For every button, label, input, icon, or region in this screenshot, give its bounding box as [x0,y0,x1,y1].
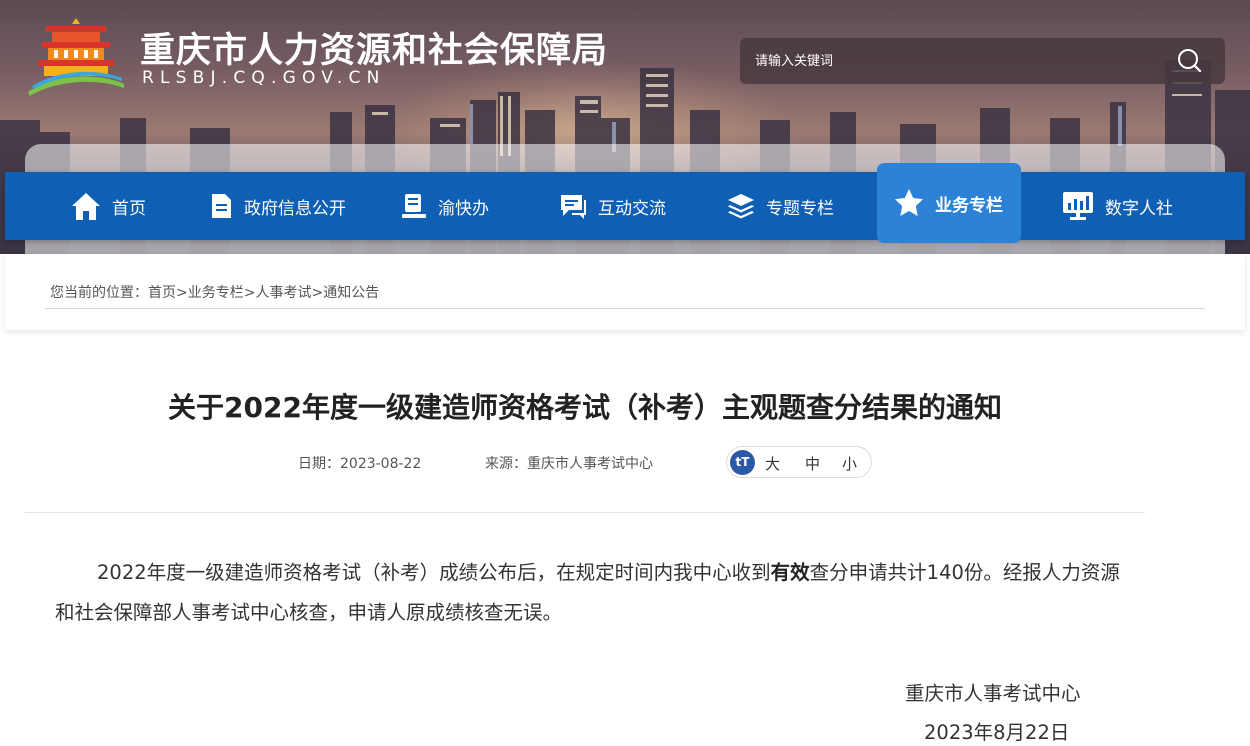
font-size-icon: tT [730,450,755,475]
nav-item-home[interactable]: 首页 [70,172,146,240]
nav-item-label: 数字人社 [1105,198,1173,219]
breadcrumb-notices[interactable]: 通知公告 [323,285,379,301]
breadcrumb-prefix: 您当前的位置： [50,285,148,301]
font-size-switcher: tT 大 中 小 [726,446,872,478]
font-size-medium[interactable]: 中 [805,453,820,474]
article-divider [25,512,1145,513]
site-logo [28,18,124,96]
breadcrumb-home[interactable]: 首页 [148,285,176,301]
nav-item-label: 专题专栏 [766,198,834,219]
nav-item-topics[interactable]: 专题专栏 [726,172,834,240]
home-icon [72,193,100,220]
breadcrumb-divider [45,308,1205,309]
article-body: 2022年度一级建造师资格考试（补考）成绩公布后，在规定时间内我中心收到有效查分… [55,553,1125,633]
article-body-emphasis: 有效 [770,561,810,584]
nav-item-label: 政府信息公开 [244,198,346,219]
article-date: 日期：2023-08-22 [298,456,422,472]
nav-item-label: 渝快办 [438,198,489,219]
nav-item-label: 业务专栏 [935,195,1003,216]
nav-item-label: 首页 [112,198,146,219]
site-title: 重庆市人力资源和社会保障局 [140,31,609,71]
service-icon [402,194,426,218]
breadcrumb-separator: > [243,285,256,301]
search-box [740,38,1225,84]
signature-date: 2023年8月22日 [924,721,1070,744]
breadcrumb-personnel-exam[interactable]: 人事考试 [255,285,311,301]
layers-icon [728,194,754,219]
font-size-small[interactable]: 小 [842,453,857,474]
breadcrumb-separator: > [176,285,188,301]
nav-item-digital[interactable]: 数字人社 [1061,172,1173,240]
site-domain: RLSBJ.CQ.GOV.CN [142,68,386,88]
nav-item-gov-info[interactable]: 政府信息公开 [208,172,346,240]
article-title: 关于2022年度一级建造师资格考试（补考）主观题查分结果的通知 [168,391,1002,424]
breadcrumb-business[interactable]: 业务专栏 [188,285,244,301]
breadcrumb: 您当前的位置：首页>业务专栏>人事考试>通知公告 [50,282,379,302]
nav-item-interaction[interactable]: 互动交流 [558,172,666,240]
font-size-large[interactable]: 大 [765,453,780,474]
chat-icon [561,195,586,219]
signature-organization: 重庆市人事考试中心 [905,682,1081,705]
breadcrumb-separator: > [311,285,324,301]
nav-item-business[interactable]: 业务专栏 [877,163,1021,243]
star-icon [895,189,923,216]
nav-item-label: 互动交流 [598,198,666,219]
monitor-chart-icon [1063,192,1093,220]
article-source: 来源：重庆市人事考试中心 [485,456,653,472]
article-body-text-1: 2022年度一级建造师资格考试（补考）成绩公布后，在规定时间内我中心收到 [97,561,771,584]
document-icon [212,194,231,218]
nav-item-yukuaiban[interactable]: 渝快办 [400,172,489,240]
search-input[interactable] [740,38,1160,84]
search-icon[interactable] [1172,45,1206,77]
